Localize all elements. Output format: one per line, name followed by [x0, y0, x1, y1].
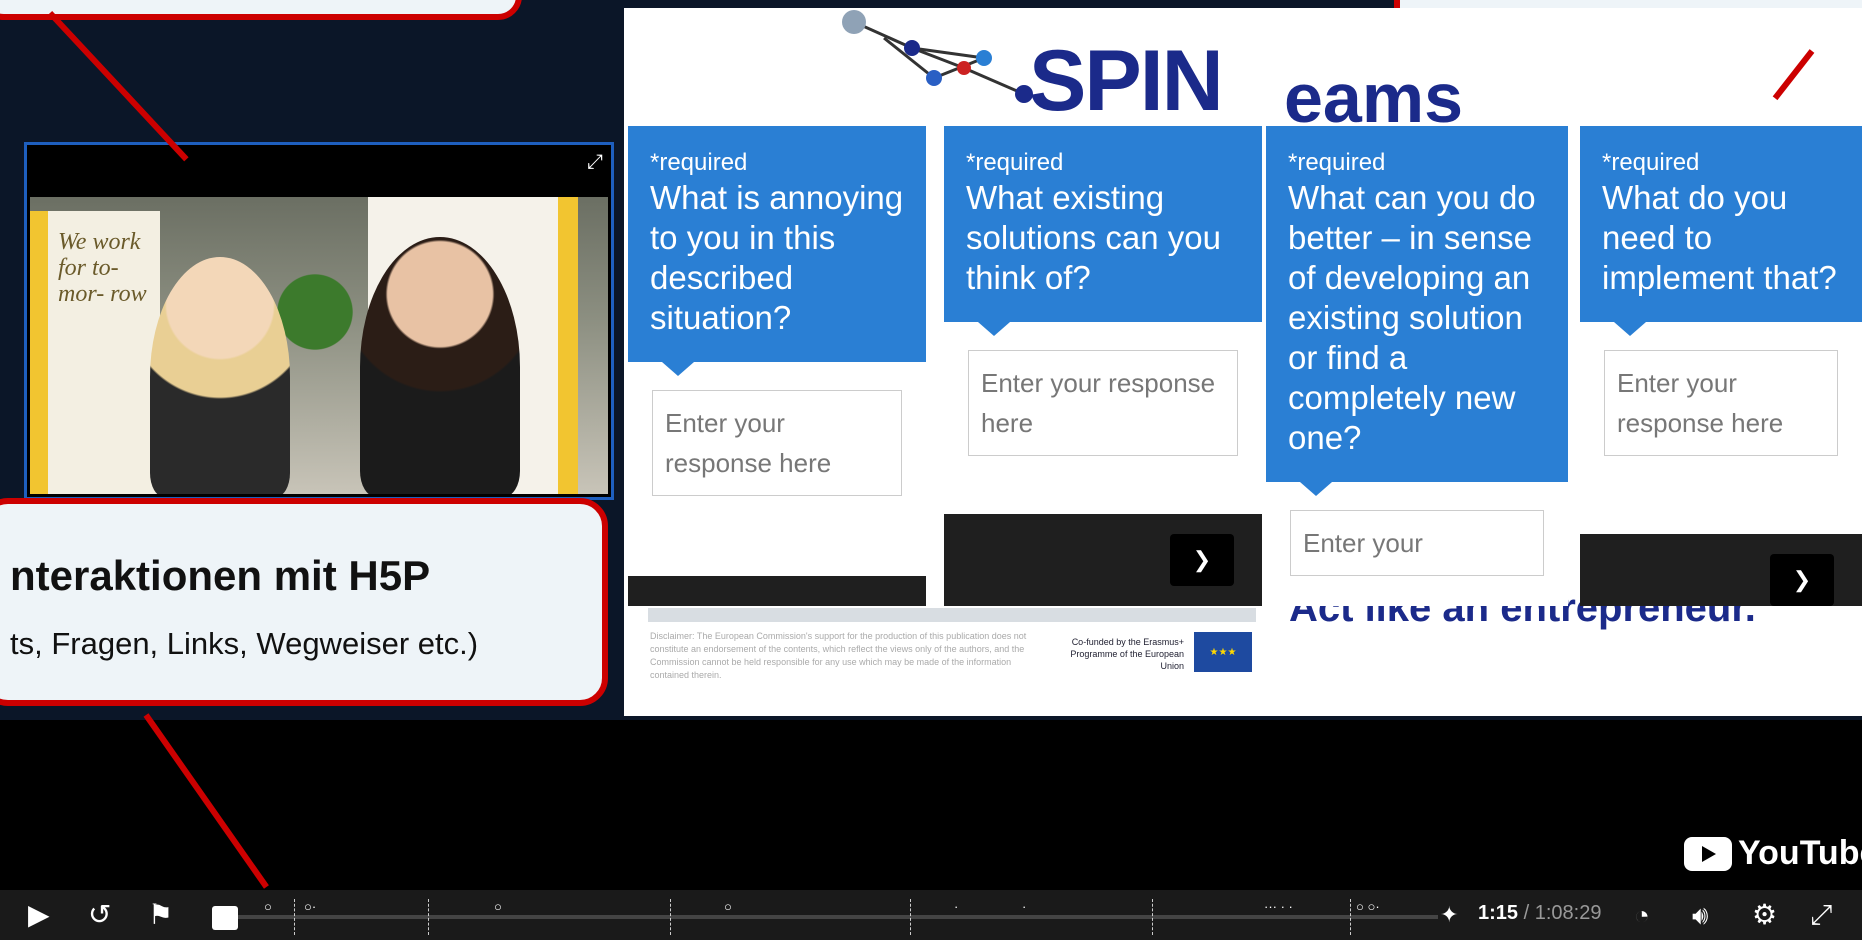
card-footer: ❯	[1580, 534, 1862, 606]
banner-text: We work for to- mor- row	[58, 229, 147, 307]
player-stage: SPIN eams Act like an entrepreneur. Disc…	[0, 0, 1862, 890]
seek-bar[interactable]: ○ ○· ○ ○ · · ··· · · ○ ○·	[238, 899, 1438, 935]
interaction-marker[interactable]: ·	[1022, 899, 1026, 914]
expand-icon[interactable]: ⤢	[587, 151, 603, 174]
callout-subtitle: ts, Fragen, Links, Wegweiser etc.)	[10, 626, 479, 661]
presenter-right	[360, 237, 520, 494]
disclaimer-text: Disclaimer: The European Commission's su…	[650, 631, 1027, 680]
eu-flag-icon: ★★★	[1194, 632, 1252, 672]
interaction-marker[interactable]: ○	[724, 899, 732, 914]
response-input[interactable]: Enter your response here	[652, 390, 902, 496]
current-time: 1:15	[1478, 902, 1519, 924]
required-label: *required	[966, 149, 1064, 176]
next-button[interactable]: ❯	[1770, 554, 1834, 606]
interaction-marker[interactable]: ○	[494, 899, 502, 914]
question-text: What is annoying to you in this describe…	[650, 179, 904, 336]
interaction-marker[interactable]: ··· · ·	[1264, 899, 1293, 914]
card-footer: ❯	[944, 514, 1262, 606]
volume-icon[interactable]: 🔊︎	[1692, 898, 1708, 932]
rewind-10-icon[interactable]: ↺	[88, 898, 111, 932]
question-text: What existing solutions can you think of…	[966, 179, 1221, 296]
banner-left: We work for to- mor- row	[30, 211, 160, 494]
bookmark-icon[interactable]: ⚑	[148, 898, 173, 932]
player-controls: ▶ ↺ ⚑ ○ ○· ○ ○ · · ··· · · ○ ○· ✦ 1:15 /…	[0, 890, 1862, 940]
youtube-label: YouTube	[1738, 834, 1862, 872]
presenter-left	[150, 257, 290, 494]
question-text: What do you need to implement that?	[1602, 179, 1837, 296]
duration: / 1:08:29	[1523, 902, 1602, 924]
response-input[interactable]: Enter your response here	[1604, 350, 1838, 456]
youtube-logo[interactable]: YouTube	[1684, 834, 1862, 873]
time-display: 1:15 / 1:08:29	[1478, 902, 1601, 925]
gear-icon[interactable]: ⚙	[1752, 898, 1777, 932]
required-label: *required	[1288, 149, 1386, 176]
star-icon[interactable]: ✦	[1440, 898, 1458, 932]
card-footer	[628, 576, 926, 606]
youtube-play-icon	[1684, 836, 1732, 871]
spin-logo-text: SPIN	[1029, 33, 1224, 129]
arrow-to-timeline	[143, 713, 269, 889]
callout-title: nteraktionen mit H5P	[10, 552, 431, 599]
speed-icon[interactable]: ◔	[1634, 898, 1650, 932]
response-input[interactable]: Enter your	[1290, 510, 1544, 576]
callout-top-left	[0, 0, 522, 20]
interaction-marker[interactable]: ○	[264, 899, 272, 914]
interaction-marker[interactable]: ·	[954, 899, 958, 914]
play-icon[interactable]: ▶	[28, 898, 50, 932]
question-card-3: *required What can you do better – in se…	[1266, 126, 1568, 606]
network-logo-icon	[842, 10, 1033, 103]
slide-image-strip	[648, 608, 1256, 622]
question-card-1: *required What is annoying to you in thi…	[628, 126, 926, 606]
callout-box: nteraktionen mit H5P ts, Fragen, Links, …	[0, 498, 608, 706]
chevron-right-icon: ❯	[1792, 567, 1812, 592]
presenter-video[interactable]: ⤢ We work for to- mor- row	[24, 142, 614, 500]
interaction-marker[interactable]: ○ ○·	[1356, 899, 1380, 914]
chevron-right-icon: ❯	[1192, 547, 1212, 572]
response-input[interactable]: Enter your response here	[968, 350, 1238, 456]
interaction-marker[interactable]: ○·	[304, 899, 316, 914]
required-label: *required	[650, 149, 748, 176]
teams-logo-text: eams	[1284, 59, 1464, 137]
required-label: *required	[1602, 149, 1700, 176]
question-text: What can you do better – in sense of dev…	[1288, 179, 1536, 456]
fullscreen-icon[interactable]: ⤢	[1810, 898, 1832, 932]
cofunded-text: Co-funded by the Erasmus+ Programme of t…	[1070, 637, 1184, 671]
question-card-4: *required What do you need to implement …	[1580, 126, 1862, 606]
next-button[interactable]: ❯	[1170, 534, 1234, 586]
question-card-2: *required What existing solutions can yo…	[944, 126, 1262, 606]
volume-handle[interactable]	[212, 906, 238, 930]
